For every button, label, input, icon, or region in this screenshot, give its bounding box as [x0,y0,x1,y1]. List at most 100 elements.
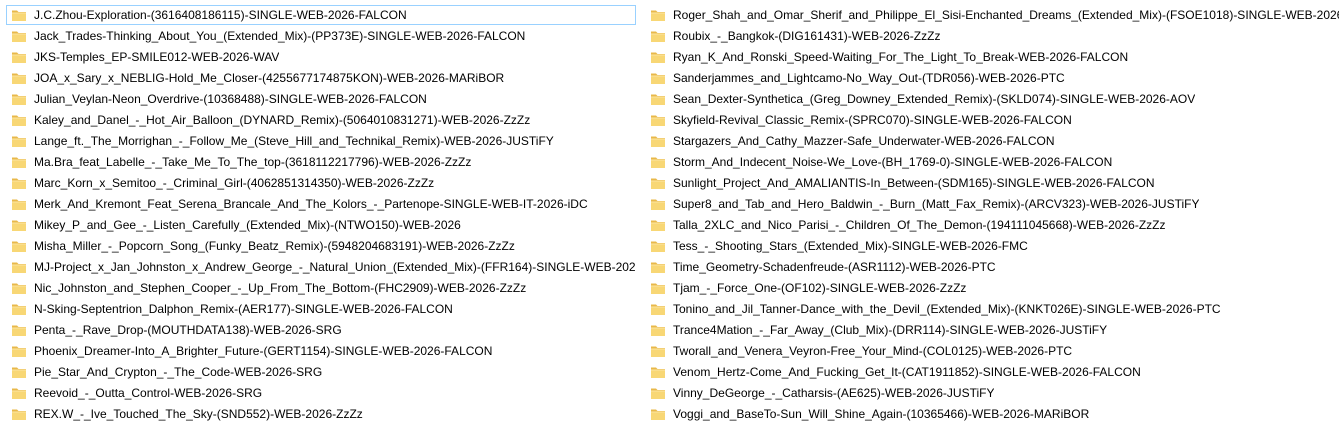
folder-icon [11,217,27,233]
folder-icon [11,7,27,23]
folder-item[interactable]: Ryan_K_And_Ronski_Speed-Waiting_For_The_… [645,47,1340,67]
folder-item-label: Sean_Dexter-Synthetica_(Greg_Downey_Exte… [673,92,1196,106]
folder-icon [11,28,27,44]
folder-item[interactable]: Stargazers_And_Cathy_Mazzer-Safe_Underwa… [645,131,1340,151]
folder-item[interactable]: Tworall_and_Venera_Veyron-Free_Your_Mind… [645,341,1340,361]
folder-item[interactable]: Skyfield-Revival_Classic_Remix-(SPRC070)… [645,110,1340,130]
folder-icon [650,7,666,23]
folder-icon [11,133,27,149]
folder-icon [650,238,666,254]
folder-icon [11,91,27,107]
folder-icon [650,154,666,170]
folder-item[interactable]: Misha_Miller_-_Popcorn_Song_(Funky_Beatz… [6,236,636,256]
folder-item[interactable]: Storm_And_Indecent_Noise-We_Love-(BH_176… [645,152,1340,172]
folder-item-label: JKS-Temples_EP-SMILE012-WEB-2026-WAV [34,50,280,64]
folder-icon [650,196,666,212]
folder-item-label: Ryan_K_And_Ronski_Speed-Waiting_For_The_… [673,50,1129,64]
folder-icon [11,322,27,338]
folder-icon [11,49,27,65]
folder-item[interactable]: Pie_Star_And_Crypton_-_The_Code-WEB-2026… [6,362,636,382]
folder-item[interactable]: Voggi_and_BaseTo-Sun_Will_Shine_Again-(1… [645,404,1340,424]
folder-item-label: Julian_Veylan-Neon_Overdrive-(10368488)-… [34,92,427,106]
folder-icon [650,28,666,44]
folder-item-label: Sanderjammes_and_Lightcamo-No_Way_Out-(T… [673,71,1065,85]
folder-item[interactable]: MJ-Project_x_Jan_Johnston_x_Andrew_Georg… [6,257,636,277]
folder-icon [650,343,666,359]
folder-item[interactable]: Marc_Korn_x_Semitoo_-_Criminal_Girl-(406… [6,173,636,193]
folder-item-label: Stargazers_And_Cathy_Mazzer-Safe_Underwa… [673,134,1055,148]
folder-item[interactable]: Sanderjammes_and_Lightcamo-No_Way_Out-(T… [645,68,1340,88]
folder-item[interactable]: N-Sking-Septentrion_Dalphon_Remix-(AER17… [6,299,636,319]
folder-item-label: Tess_-_Shooting_Stars_(Extended_Mix)-SIN… [673,239,1028,253]
folder-item[interactable]: Talla_2XLC_and_Nico_Parisi_-_Children_Of… [645,215,1340,235]
folder-item-label: Lange_ft._The_Morrighan_-_Follow_Me_(Ste… [34,134,554,148]
folder-item-label: Reevoid_-_Outta_Control-WEB-2026-SRG [34,386,263,400]
folder-item[interactable]: J.C.Zhou-Exploration-(3616408186115)-SIN… [6,5,636,25]
folder-item-label: Roubix_-_Bangkok-(DIG161431)-WEB-2026-Zz… [673,29,941,43]
folder-item[interactable]: Lange_ft._The_Morrighan_-_Follow_Me_(Ste… [6,131,636,151]
folder-item[interactable]: Roubix_-_Bangkok-(DIG161431)-WEB-2026-Zz… [645,26,1340,46]
folder-item[interactable]: JOA_x_Sary_x_NEBLIG-Hold_Me_Closer-(4255… [6,68,636,88]
folder-item[interactable]: Nic_Johnston_and_Stephen_Cooper_-_Up_Fro… [6,278,636,298]
folder-icon [650,70,666,86]
folder-item-label: Storm_And_Indecent_Noise-We_Love-(BH_176… [673,155,1113,169]
folder-item-label: Misha_Miller_-_Popcorn_Song_(Funky_Beatz… [34,239,515,253]
folder-item-label: Sunlight_Project_And_AMALIANTIS-In_Betwe… [673,176,1155,190]
folder-item[interactable]: Time_Geometry-Schadenfreude-(ASR1112)-WE… [645,257,1340,277]
folder-item-label: Voggi_and_BaseTo-Sun_Will_Shine_Again-(1… [673,407,1090,421]
folder-item[interactable]: Tjam_-_Force_One-(OF102)-SINGLE-WEB-2026… [645,278,1340,298]
folder-item-label: Jack_Trades-Thinking_About_You_(Extended… [34,29,526,43]
folder-icon [650,217,666,233]
folder-item-label: Super8_and_Tab_and_Hero_Baldwin_-_Burn_(… [673,197,1200,211]
folder-item-label: Phoenix_Dreamer-Into_A_Brighter_Future-(… [34,344,493,358]
folder-item[interactable]: Ma.Bra_feat_Labelle_-_Take_Me_To_The_top… [6,152,636,172]
folder-item[interactable]: Sean_Dexter-Synthetica_(Greg_Downey_Exte… [645,89,1340,109]
file-column-left: J.C.Zhou-Exploration-(3616408186115)-SIN… [6,5,636,425]
folder-item-label: Mikey_P_and_Gee_-_Listen_Carefully_(Exte… [34,218,461,232]
folder-item[interactable]: Kaley_and_Danel_-_Hot_Air_Balloon_(DYNAR… [6,110,636,130]
folder-icon [11,175,27,191]
folder-item[interactable]: Tess_-_Shooting_Stars_(Extended_Mix)-SIN… [645,236,1340,256]
folder-item-label: Nic_Johnston_and_Stephen_Cooper_-_Up_Fro… [34,281,527,295]
folder-icon [650,259,666,275]
folder-icon [650,91,666,107]
folder-item-label: N-Sking-Septentrion_Dalphon_Remix-(AER17… [34,302,453,316]
folder-item-label: Tjam_-_Force_One-(OF102)-SINGLE-WEB-2026… [673,281,967,295]
folder-item-label: Trance4Mation_-_Far_Away_(Club_Mix)-(DRR… [673,323,1108,337]
folder-item[interactable]: Tonino_and_Jil_Tanner-Dance_with_the_Dev… [645,299,1340,319]
folder-item-label: Roger_Shah_and_Omar_Sherif_and_Philippe_… [673,8,1339,22]
folder-icon [650,175,666,191]
folder-item[interactable]: Vinny_DeGeorge_-_Catharsis-(AE625)-WEB-2… [645,383,1340,403]
folder-item[interactable]: Sunlight_Project_And_AMALIANTIS-In_Betwe… [645,173,1340,193]
folder-item-label: Talla_2XLC_and_Nico_Parisi_-_Children_Of… [673,218,1166,232]
folder-item-label: Venom_Hertz-Come_And_Fucking_Get_It-(CAT… [673,365,1141,379]
folder-icon [650,133,666,149]
folder-item[interactable]: Merk_And_Kremont_Feat_Serena_Brancale_An… [6,194,636,214]
folder-item[interactable]: Venom_Hertz-Come_And_Fucking_Get_It-(CAT… [645,362,1340,382]
folder-item[interactable]: Phoenix_Dreamer-Into_A_Brighter_Future-(… [6,341,636,361]
folder-item[interactable]: JKS-Temples_EP-SMILE012-WEB-2026-WAV [6,47,636,67]
folder-item[interactable]: REX.W_-_Ive_Touched_The_Sky-(SND552)-WEB… [6,404,636,424]
folder-item[interactable]: Mikey_P_and_Gee_-_Listen_Carefully_(Exte… [6,215,636,235]
folder-icon [11,385,27,401]
folder-icon [650,322,666,338]
folder-icon [11,343,27,359]
folder-icon [11,70,27,86]
folder-item[interactable]: Julian_Veylan-Neon_Overdrive-(10368488)-… [6,89,636,109]
folder-item[interactable]: Reevoid_-_Outta_Control-WEB-2026-SRG [6,383,636,403]
folder-item-label: Merk_And_Kremont_Feat_Serena_Brancale_An… [34,197,588,211]
folder-item-label: Vinny_DeGeorge_-_Catharsis-(AE625)-WEB-2… [673,386,995,400]
folder-item[interactable]: Penta_-_Rave_Drop-(MOUTHDATA138)-WEB-202… [6,320,636,340]
folder-item-label: Kaley_and_Danel_-_Hot_Air_Balloon_(DYNAR… [34,113,531,127]
folder-icon [650,280,666,296]
folder-item-label: MJ-Project_x_Jan_Johnston_x_Andrew_Georg… [34,260,635,274]
file-column-right: Roger_Shah_and_Omar_Sherif_and_Philippe_… [645,5,1340,425]
folder-item-label: Tworall_and_Venera_Veyron-Free_Your_Mind… [673,344,1073,358]
folder-item[interactable]: Jack_Trades-Thinking_About_You_(Extended… [6,26,636,46]
folder-icon [11,154,27,170]
folder-item-label: Penta_-_Rave_Drop-(MOUTHDATA138)-WEB-202… [34,323,342,337]
folder-item[interactable]: Trance4Mation_-_Far_Away_(Club_Mix)-(DRR… [645,320,1340,340]
folder-item[interactable]: Roger_Shah_and_Omar_Sherif_and_Philippe_… [645,5,1340,25]
folder-item-label: Pie_Star_And_Crypton_-_The_Code-WEB-2026… [34,365,323,379]
folder-item[interactable]: Super8_and_Tab_and_Hero_Baldwin_-_Burn_(… [645,194,1340,214]
